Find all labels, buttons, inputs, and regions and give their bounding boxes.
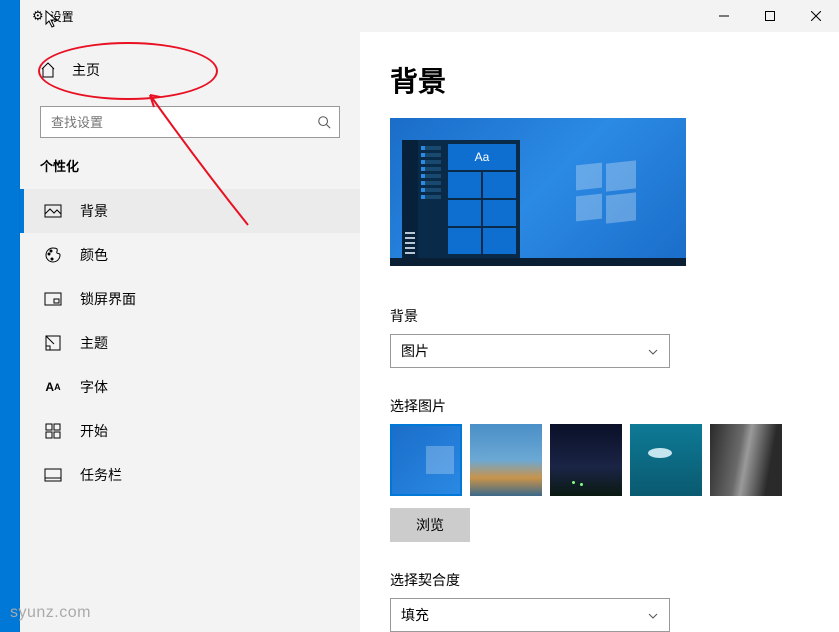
sidebar-item-background[interactable]: 背景: [20, 189, 360, 233]
window-buttons: [701, 0, 839, 32]
lockscreen-icon: [44, 290, 62, 308]
sidebar-item-themes[interactable]: 主题: [20, 321, 360, 365]
taskbar-icon: [44, 466, 62, 484]
sidebar-item-fonts[interactable]: AA 字体: [20, 365, 360, 409]
preview-sample-text: Aa: [448, 144, 516, 170]
sidebar-item-label: 背景: [80, 201, 108, 221]
home-link[interactable]: 主页: [20, 52, 360, 88]
search-input[interactable]: [51, 115, 317, 130]
sidebar-item-label: 主题: [80, 333, 108, 353]
sidebar-item-lockscreen[interactable]: 锁屏界面: [20, 277, 360, 321]
start-icon: [44, 422, 62, 440]
picture-icon: [44, 202, 62, 220]
home-icon: [40, 62, 56, 78]
sidebar-item-label: 锁屏界面: [80, 289, 136, 309]
font-icon: AA: [44, 378, 62, 396]
preview-start-menu: Aa: [402, 140, 520, 258]
sidebar-item-start[interactable]: 开始: [20, 409, 360, 453]
minimize-button[interactable]: [701, 0, 747, 32]
maximize-button[interactable]: [747, 0, 793, 32]
wallpaper-thumb-4[interactable]: [630, 424, 702, 496]
wallpaper-thumb-5[interactable]: [710, 424, 782, 496]
preview-taskbar: [390, 258, 686, 266]
sidebar-item-taskbar[interactable]: 任务栏: [20, 453, 360, 497]
sidebar-item-label: 字体: [80, 377, 108, 397]
dropdown-value: 填充: [401, 605, 429, 625]
page-heading: 背景: [390, 60, 809, 100]
watermark-text: syunz.com: [10, 604, 91, 622]
wallpaper-thumb-1[interactable]: [390, 424, 462, 496]
settings-app-icon: ⚙: [32, 8, 44, 24]
palette-icon: [44, 246, 62, 264]
window-body: 主页 个性化 背景: [20, 32, 839, 632]
sidebar-nav: 背景 颜色 锁屏界面: [20, 189, 360, 497]
chevron-down-icon: [647, 609, 659, 621]
dropdown-value: 图片: [401, 341, 429, 361]
sidebar-item-label: 任务栏: [80, 465, 122, 485]
chevron-down-icon: [647, 345, 659, 357]
sidebar-item-colors[interactable]: 颜色: [20, 233, 360, 277]
window-title: 设置: [50, 8, 74, 25]
background-label: 背景: [390, 306, 809, 326]
browse-button[interactable]: 浏览: [390, 508, 470, 542]
home-label: 主页: [72, 60, 100, 80]
sidebar: 主页 个性化 背景: [20, 32, 360, 632]
theme-icon: [44, 334, 62, 352]
windows-logo-watermark: [576, 162, 636, 222]
fit-dropdown[interactable]: 填充: [390, 598, 670, 632]
search-icon: [317, 115, 331, 129]
titlebar: ⚙ 设置: [20, 0, 839, 32]
wallpaper-thumb-2[interactable]: [470, 424, 542, 496]
choose-picture-label: 选择图片: [390, 396, 809, 416]
settings-window: ⚙ 设置 主页: [20, 0, 839, 632]
background-type-dropdown[interactable]: 图片: [390, 334, 670, 368]
desktop-preview: Aa: [390, 118, 686, 266]
content-pane: 背景 Aa 背景 图片 选择图片: [360, 32, 839, 632]
sidebar-item-label: 开始: [80, 421, 108, 441]
fit-label: 选择契合度: [390, 570, 809, 590]
close-button[interactable]: [793, 0, 839, 32]
titlebar-left: ⚙ 设置: [32, 8, 74, 25]
picture-thumbnails: [390, 424, 809, 496]
wallpaper-thumb-3[interactable]: [550, 424, 622, 496]
sidebar-item-label: 颜色: [80, 245, 108, 265]
sidebar-section-title: 个性化: [20, 156, 360, 175]
search-box[interactable]: [40, 106, 340, 138]
